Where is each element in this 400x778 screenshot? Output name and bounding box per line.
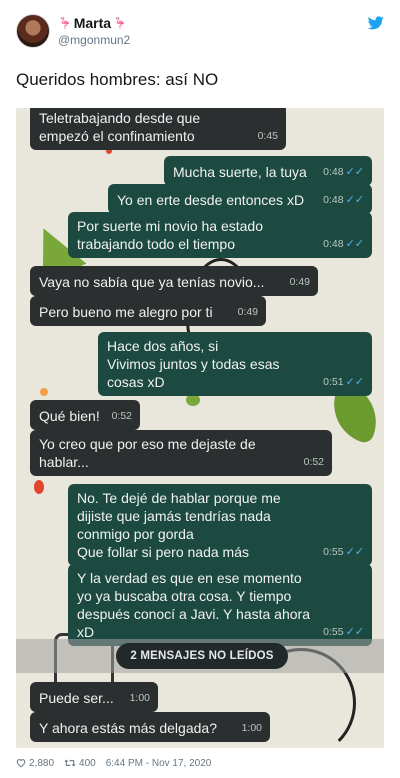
read-ticks-icon: ✓✓ [345, 546, 364, 558]
likes-stat[interactable]: 2,880 [16, 758, 54, 769]
message-bubble-out[interactable]: Hace dos años, si Vivimos juntos y todas… [98, 332, 372, 396]
decorative-dot [34, 480, 44, 494]
message-time: 0:52 [303, 456, 324, 468]
decorative-dot [40, 388, 48, 396]
message-text: Vaya no sabía que ya tenías novio... [39, 274, 265, 290]
unread-messages-label: 2 MENSAJES NO LEÍDOS [116, 643, 288, 669]
flamingo-emoji-right: 🦩 [113, 16, 127, 30]
read-ticks-icon: ✓✓ [345, 376, 364, 388]
message-time: 0:51 [323, 376, 344, 388]
heart-icon [16, 759, 26, 768]
message-time: 0:48 [323, 194, 344, 206]
read-ticks-icon: ✓✓ [345, 194, 364, 206]
author-name[interactable]: 🦩 Marta 🦩 [58, 15, 127, 31]
message-text: Yo creo que por eso me dejaste de hablar… [39, 436, 260, 470]
message-time: 0:45 [257, 130, 278, 142]
flamingo-emoji-left: 🦩 [58, 16, 72, 30]
message-bubble-out[interactable]: Y la verdad es que en ese momento yo ya … [68, 564, 372, 646]
message-time: 0:49 [237, 306, 258, 318]
tweet-header: 🦩 Marta 🦩 @mgonmun2 [16, 12, 384, 52]
message-time: 0:48 [323, 166, 344, 178]
message-bubble-in[interactable]: Puede ser... 1:00 [30, 682, 158, 712]
message-text: Puede ser... [39, 690, 114, 706]
avatar[interactable] [16, 14, 50, 48]
message-text: Yo en erte desde entonces xD [117, 192, 305, 208]
message-time: 0:52 [111, 410, 132, 422]
message-text: Y ahora estás más delgada? [39, 720, 217, 736]
read-ticks-icon: ✓✓ [345, 626, 364, 638]
message-time: 0:55 [323, 546, 344, 558]
message-bubble-in[interactable]: Qué bien! 0:52 [30, 400, 140, 430]
author-name-text: Marta [73, 15, 112, 31]
message-text: Teletrabajando desde que empezó el confi… [39, 110, 205, 144]
message-bubble-out[interactable]: Por suerte mi novio ha estado trabajando… [68, 212, 372, 258]
retweet-icon [64, 759, 76, 767]
author-handle[interactable]: @mgonmun2 [58, 33, 130, 47]
message-bubble-in[interactable]: Pero bueno me alegro por ti 0:49 [30, 296, 266, 326]
message-bubble-out[interactable]: No. Te dejé de hablar porque me dijiste … [68, 484, 372, 566]
message-text: No. Te dejé de hablar porque me dijiste … [77, 490, 281, 560]
message-bubble-in[interactable]: Y ahora estás más delgada? 1:00 [30, 712, 270, 742]
message-text: Hace dos años, si Vivimos juntos y todas… [107, 338, 280, 390]
message-bubble-in[interactable]: Vaya no sabía que ya tenías novio... 0:49 [30, 266, 318, 296]
tweet-text: Queridos hombres: así NO [16, 70, 219, 89]
message-text: Por suerte mi novio ha estado trabajando… [77, 218, 267, 252]
message-text: Qué bien! [39, 408, 100, 424]
message-time: 1:00 [241, 722, 262, 734]
message-bubble-out[interactable]: Yo en erte desde entonces xD 0:48 ✓✓ [108, 184, 372, 214]
read-ticks-icon: ✓✓ [345, 238, 364, 250]
message-bubble-in[interactable]: Yo creo que por eso me dejaste de hablar… [30, 430, 332, 476]
read-ticks-icon: ✓✓ [345, 166, 364, 178]
retweets-stat[interactable]: 400 [64, 758, 96, 769]
likes-count: 2,880 [29, 757, 55, 769]
retweets-count: 400 [79, 757, 96, 769]
message-bubble-in[interactable]: Teletrabajando desde que empezó el confi… [30, 108, 286, 150]
message-bubble-out[interactable]: Mucha suerte, la tuya 0:48 ✓✓ [164, 156, 372, 186]
message-time: 0:49 [289, 276, 310, 288]
message-text: Pero bueno me alegro por ti [39, 304, 213, 320]
message-time: 0:48 [323, 238, 344, 250]
message-time: 1:00 [129, 692, 150, 704]
message-time: 0:55 [323, 626, 344, 638]
tweet-footer: 2,880 400 6:44 PM - Nov 17, 2020 [16, 755, 384, 771]
chat-screenshot[interactable]: Teletrabajando desde que empezó el confi… [16, 108, 384, 748]
twitter-bird-icon[interactable] [368, 16, 384, 30]
message-text: Y la verdad es que en ese momento yo ya … [77, 570, 314, 640]
tweet-timestamp[interactable]: 6:44 PM - Nov 17, 2020 [106, 758, 212, 769]
message-text: Mucha suerte, la tuya [173, 164, 307, 180]
